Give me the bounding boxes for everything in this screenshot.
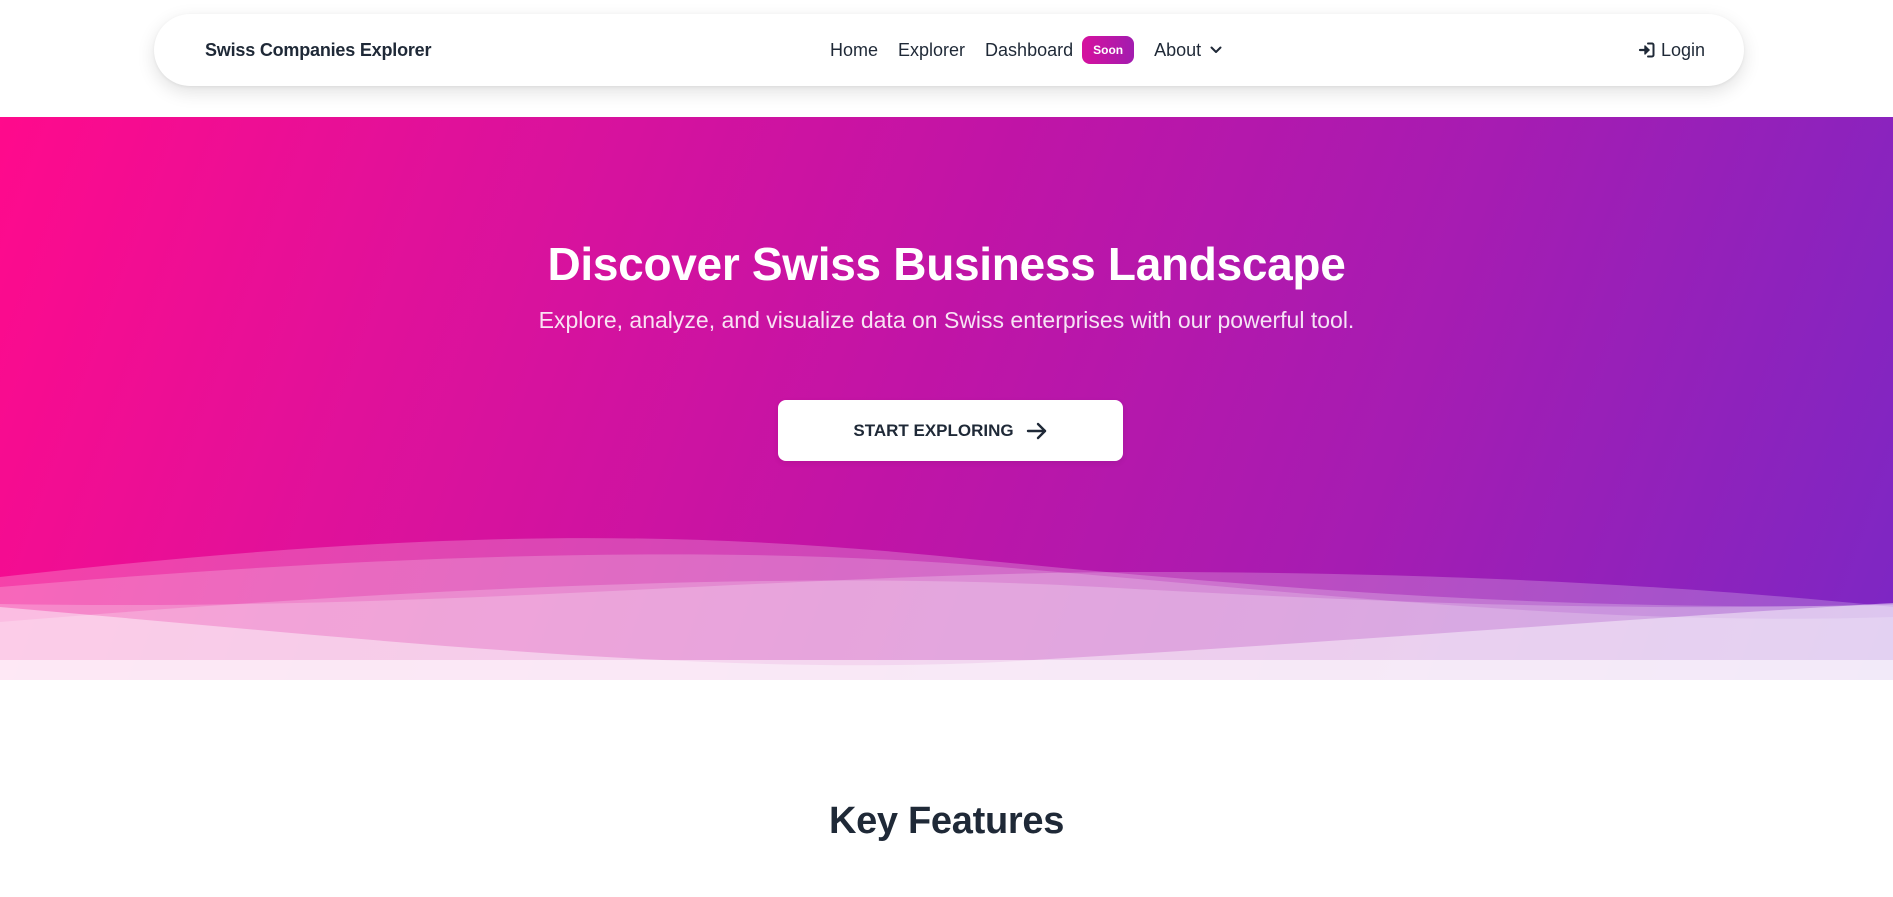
login-label: Login [1660,39,1705,60]
hero-section: Discover Swiss Business Landscape Explor… [0,117,1893,680]
hero-waves [0,538,1893,680]
nav-link-home[interactable]: Home [830,40,878,61]
nav-link-about[interactable]: About [1154,40,1223,61]
nav-link-dashboard-label: Dashboard [985,39,1074,60]
brand-name[interactable]: Swiss Companies Explorer [205,14,431,86]
nav-link-about-label: About [1154,39,1202,60]
nav-links: Home Explorer Dashboard Soon About [830,14,1223,86]
landing-page: Swiss Companies Explorer Home Explorer D… [0,0,1893,897]
nav-link-dashboard[interactable]: Dashboard Soon [985,36,1135,64]
login-link[interactable]: Login [1638,14,1705,86]
start-exploring-button[interactable]: START EXPLORING [778,400,1123,461]
sign-in-icon [1638,42,1655,58]
nav-link-explorer[interactable]: Explorer [898,40,965,61]
start-exploring-label: START EXPLORING [853,420,1014,440]
features-title: Key Features [828,800,1065,842]
top-navbar: Swiss Companies Explorer Home Explorer D… [154,14,1744,86]
hero-title: Discover Swiss Business Landscape [547,238,1346,290]
soon-badge: Soon [1082,36,1135,64]
hero-subtitle: Explore, analyze, and visualize data on … [538,307,1355,333]
arrow-right-icon [1026,422,1046,439]
chevron-down-icon [1210,46,1222,53]
